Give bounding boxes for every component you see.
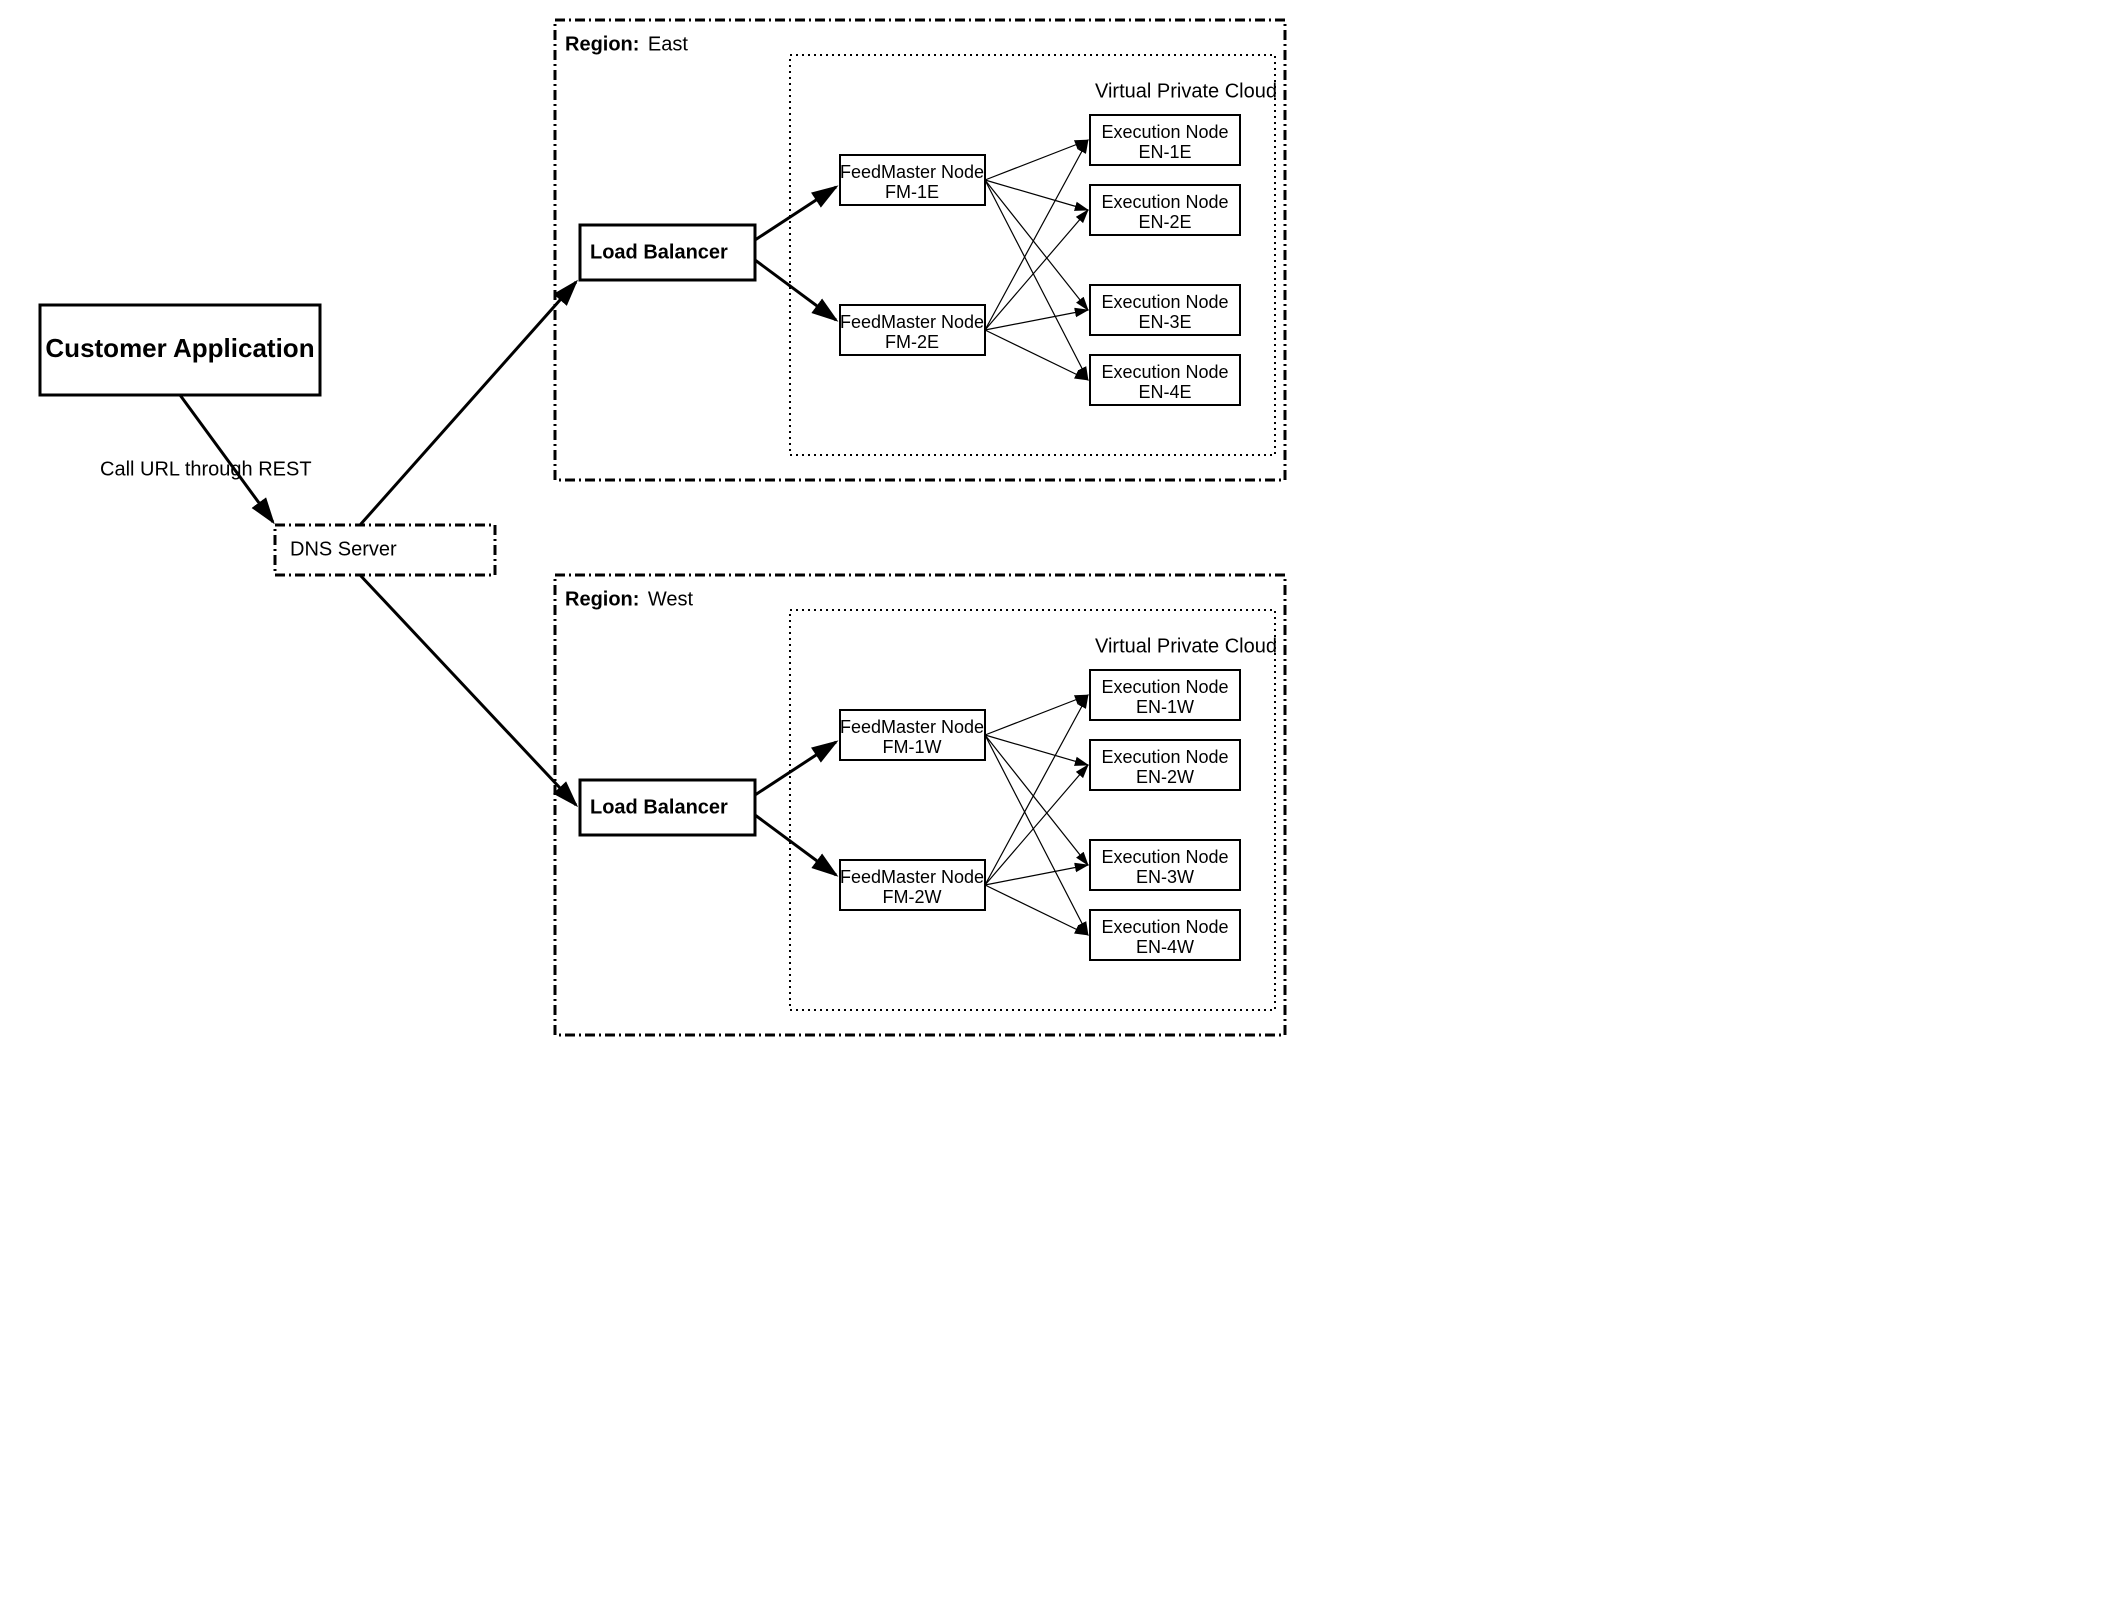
dns-server-label: DNS Server xyxy=(290,538,397,560)
arrow-fm2-en3-west xyxy=(985,865,1088,885)
load-balancer-west: Load Balancer xyxy=(580,780,755,835)
arrow-fm2-en4-east xyxy=(985,330,1088,380)
region-east-name: East xyxy=(648,33,688,55)
execution-node-east-4-title: Execution Node xyxy=(1101,362,1228,382)
execution-node-west-1-id: EN-1W xyxy=(1136,697,1194,717)
feedmaster-west-2-id: FM-2W xyxy=(883,887,942,907)
load-balancer-east-label: Load Balancer xyxy=(590,241,728,263)
region-east-prefix: Region: xyxy=(565,33,639,55)
execution-node-east-2-id: EN-2E xyxy=(1138,212,1191,232)
execution-node-east-1: Execution Node EN-1E xyxy=(1090,115,1240,165)
feedmaster-east-2-title: FeedMaster Node xyxy=(840,312,984,332)
execution-node-west-1-title: Execution Node xyxy=(1101,677,1228,697)
arrow-fm1-en2-east xyxy=(985,180,1088,210)
arrow-dns-to-lb-west xyxy=(360,575,576,805)
execution-node-east-2-title: Execution Node xyxy=(1101,192,1228,212)
load-balancer-east: Load Balancer xyxy=(580,225,755,280)
execution-node-east-4-id: EN-4E xyxy=(1138,382,1191,402)
feedmaster-west-2-title: FeedMaster Node xyxy=(840,867,984,887)
arrow-fm2-en4-west xyxy=(985,885,1088,935)
load-balancer-west-label: Load Balancer xyxy=(590,796,728,818)
execution-node-west-3: Execution Node EN-3W xyxy=(1090,840,1240,890)
arrow-fm1-en1-east xyxy=(985,140,1088,180)
svg-text:Region: West: Region: West xyxy=(565,587,694,610)
feedmaster-west-2: FeedMaster Node FM-2W xyxy=(840,860,985,910)
feedmaster-east-2-id: FM-2E xyxy=(885,332,939,352)
execution-node-east-1-id: EN-1E xyxy=(1138,142,1191,162)
region-west: Region: West Load Balancer Virtual Priva… xyxy=(555,575,1285,1035)
vpc-west-label: Virtual Private Cloud xyxy=(1095,635,1277,657)
arrow-fm1-en2-west xyxy=(985,735,1088,765)
feedmaster-west-1: FeedMaster Node FM-1W xyxy=(840,710,985,760)
execution-node-east-3-title: Execution Node xyxy=(1101,292,1228,312)
execution-node-west-2-id: EN-2W xyxy=(1136,767,1194,787)
feedmaster-west-1-title: FeedMaster Node xyxy=(840,717,984,737)
region-west-prefix: Region: xyxy=(565,588,639,610)
arrow-lb-fm2-west xyxy=(755,815,836,875)
arrow-fm1-en4-west xyxy=(985,735,1088,935)
arrow-fm2-en2-west xyxy=(985,765,1088,885)
arrow-fm1-en1-west xyxy=(985,695,1088,735)
execution-node-west-1: Execution Node EN-1W xyxy=(1090,670,1240,720)
dns-server-box: DNS Server xyxy=(275,525,495,575)
arrow-fm2-en1-east xyxy=(985,140,1088,330)
execution-node-west-3-title: Execution Node xyxy=(1101,847,1228,867)
arrow-fm1-en3-west xyxy=(985,735,1088,865)
feedmaster-east-1-id: FM-1E xyxy=(885,182,939,202)
execution-node-east-4: Execution Node EN-4E xyxy=(1090,355,1240,405)
arrow-lb-fm2-east xyxy=(755,260,836,320)
arrow-lb-fm1-east xyxy=(755,187,836,240)
feedmaster-east-2: FeedMaster Node FM-2E xyxy=(840,305,985,355)
arrow-fm1-en3-east xyxy=(985,180,1088,310)
arrow-dns-to-lb-east xyxy=(360,282,576,525)
vpc-west: Virtual Private Cloud FeedMaster Node FM… xyxy=(790,610,1277,1010)
arrow-fm2-en1-west xyxy=(985,695,1088,885)
arrow-fm2-en3-east xyxy=(985,310,1088,330)
customer-application-box: Customer Application xyxy=(40,305,320,395)
arrow-fm2-en2-east xyxy=(985,210,1088,330)
execution-node-west-2: Execution Node EN-2W xyxy=(1090,740,1240,790)
feedmaster-east-1: FeedMaster Node FM-1E xyxy=(840,155,985,205)
feedmaster-east-1-title: FeedMaster Node xyxy=(840,162,984,182)
call-url-label: Call URL through REST xyxy=(100,458,312,480)
customer-application-label: Customer Application xyxy=(45,333,314,363)
svg-text:Region: East: Region: East xyxy=(565,32,688,55)
execution-node-east-3-id: EN-3E xyxy=(1138,312,1191,332)
execution-node-west-4: Execution Node EN-4W xyxy=(1090,910,1240,960)
execution-node-west-4-id: EN-4W xyxy=(1136,937,1194,957)
execution-node-east-1-title: Execution Node xyxy=(1101,122,1228,142)
region-west-name: West xyxy=(648,588,694,610)
feedmaster-west-1-id: FM-1W xyxy=(883,737,942,757)
arrow-fm1-en4-east xyxy=(985,180,1088,380)
arrow-lb-fm1-west xyxy=(755,742,836,795)
region-east: Region: East Load Balancer Virtual Priva… xyxy=(555,20,1285,480)
execution-node-west-2-title: Execution Node xyxy=(1101,747,1228,767)
execution-node-west-4-title: Execution Node xyxy=(1101,917,1228,937)
vpc-east-label: Virtual Private Cloud xyxy=(1095,80,1277,102)
execution-node-west-3-id: EN-3W xyxy=(1136,867,1194,887)
vpc-east: Virtual Private Cloud FeedMaster Node FM… xyxy=(790,55,1277,455)
execution-node-east-3: Execution Node EN-3E xyxy=(1090,285,1240,335)
execution-node-east-2: Execution Node EN-2E xyxy=(1090,185,1240,235)
